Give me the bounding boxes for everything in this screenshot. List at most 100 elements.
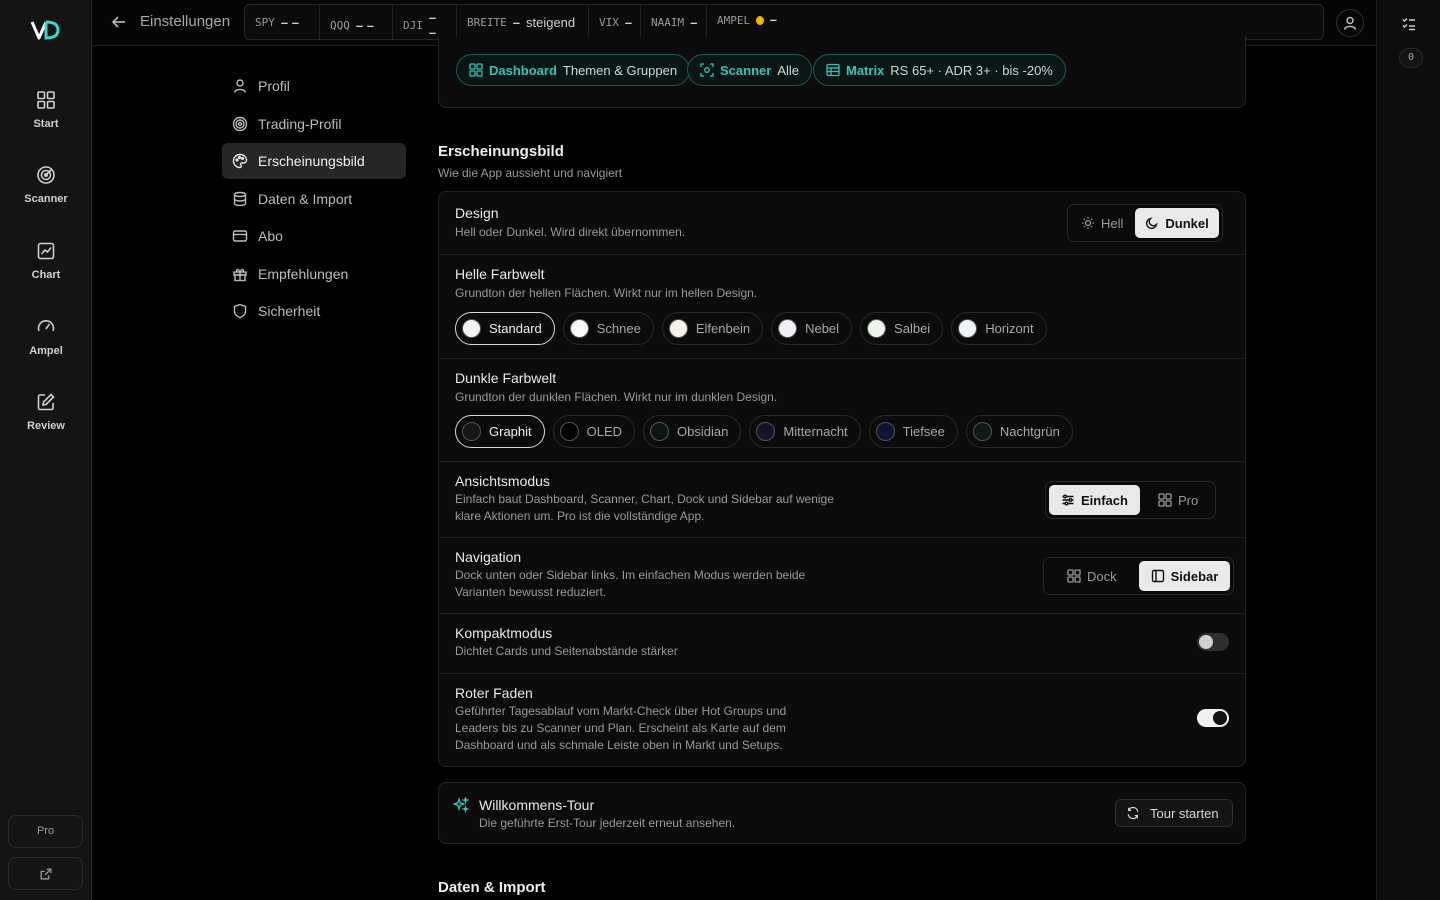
sidebar-icon [1151,569,1164,583]
rail-item-label: Scanner [24,193,68,205]
back-arrow-icon[interactable] [110,13,128,31]
settings-nav-erscheinungsbild[interactable]: Erscheinungsbild [222,143,406,179]
compact-toggle[interactable] [1197,633,1229,651]
pill-label: OLED [586,424,623,439]
swatch [462,422,481,441]
setting-row-view-mode: Ansichtsmodus Einfach baut Dashboard, Sc… [439,462,1245,538]
setting-desc: Grundton der dunklen Flächen. Wirkt nur … [455,390,778,404]
grid-icon [37,91,55,109]
dark-theme-nachtgruen[interactable]: Nachtgrün [965,415,1073,448]
right-rail: 0 [1376,0,1440,900]
rail-item-review[interactable]: Review [0,392,92,448]
grid-icon [1067,569,1081,583]
chip-text: RS 65+ · ADR 3+ · bis -20% [890,62,1053,78]
ticker-qqq[interactable]: QQQ – – [320,5,393,39]
swatch [756,422,776,441]
setting-title: Roter Faden [455,685,533,701]
pro-button[interactable]: Pro [8,815,83,848]
settings-nav-trading-profil[interactable]: Trading-Profil [222,106,406,142]
navigation-sidebar[interactable]: Sidebar [1138,561,1231,591]
ticker-value: steigend [525,14,576,30]
ticker-breite[interactable]: BREITE – steigend [457,5,589,39]
ticker-value: – [769,12,777,27]
rail-item-scanner[interactable]: Scanner [0,165,92,221]
design-option-hell[interactable]: Hell [1071,208,1133,238]
chip-bold: Matrix [846,62,885,78]
red-thread-toggle[interactable] [1197,709,1229,727]
toggle-knob [1199,635,1213,649]
swatch [650,422,670,441]
credit-card-icon [232,230,248,242]
radar-icon [37,166,55,184]
shield-icon [233,303,247,319]
ticker-naaim[interactable]: NAAIM – [641,5,707,39]
ticker-prefix: – [512,14,520,30]
previous-section-card: Dashboard Themen & Gruppen Scanner Alle … [438,36,1246,108]
ticker-value: – [690,14,698,30]
swatch [559,422,579,441]
setting-row-design: Design Hell oder Dunkel. Wird direkt übe… [439,192,1245,255]
user-icon [1343,16,1357,30]
gift-icon [233,268,247,281]
light-theme-schnee[interactable]: Schnee [562,312,654,345]
ticker-spy[interactable]: SPY – – [245,5,320,39]
ticker-value: – – [280,14,299,30]
settings-nav-daten-import[interactable]: Daten & Import [222,181,406,217]
light-theme-horizont[interactable]: Horizont [951,312,1047,345]
settings-nav-sicherheit[interactable]: Sicherheit [222,293,406,329]
swatch [867,319,887,338]
ticker-ampel[interactable]: AMPEL – [707,5,787,39]
grid-icon [1158,493,1172,507]
setting-title: Kompaktmodus [455,625,553,641]
tour-start-button[interactable]: Tour starten [1115,799,1233,827]
settings-nav-profil[interactable]: Profil [222,68,406,104]
target-icon [232,116,248,131]
settings-nav-empfehlungen[interactable]: Empfehlungen [222,256,406,292]
pill-label: Elfenbein [695,321,751,336]
design-toggle: Hell Dunkel [1067,204,1223,242]
palette-icon [232,153,248,169]
rail-item-label: Chart [31,269,61,281]
dark-theme-mitternacht[interactable]: Mitternacht [749,415,861,448]
user-icon [233,79,247,93]
chip-scanner[interactable]: Scanner Alle [687,54,812,86]
chip-text: Themen & Gruppen [562,62,678,78]
setting-row-navigation: Navigation Dock unten oder Sidebar links… [439,538,1245,614]
rail-item-ampel[interactable]: Ampel [0,317,92,373]
seg-label: Sidebar [1170,568,1219,584]
checklist-icon[interactable] [1401,16,1417,32]
ticker-vix[interactable]: VIX – [589,5,641,39]
light-theme-nebel[interactable]: Nebel [771,312,853,345]
user-menu-button[interactable] [1336,9,1364,37]
tour-title: Willkommens-Tour [479,797,595,813]
ticker-dji[interactable]: DJI – – [393,5,457,40]
external-link-button[interactable] [8,857,83,890]
light-theme-standard[interactable]: Standard [455,312,555,345]
view-mode-einfach[interactable]: Einfach [1049,485,1140,515]
navigation-dock[interactable]: Dock [1047,561,1137,591]
tour-desc: Die geführte Erst-Tour jederzeit erneut … [479,816,736,830]
scan-icon [700,63,714,77]
dark-theme-options: Graphit OLED Obsidian Mitternacht Tiefse… [455,415,1073,448]
rail-item-chart[interactable]: Chart [0,241,92,297]
light-theme-salbei[interactable]: Salbei [860,312,944,345]
rail-item-start[interactable]: Start [0,90,92,146]
dark-theme-oled[interactable]: OLED [552,415,636,448]
design-option-dunkel[interactable]: Dunkel [1135,208,1219,238]
chip-matrix[interactable]: Matrix RS 65+ · ADR 3+ · bis -20% [813,54,1066,86]
setting-desc: Einfach baut Dashboard, Scanner, Chart, … [455,492,834,523]
chip-dashboard[interactable]: Dashboard Themen & Gruppen [456,54,691,86]
settings-nav-label: Trading-Profil [258,115,342,132]
notification-count-badge[interactable]: 0 [1399,48,1423,68]
swatch [569,319,589,338]
view-mode-pro[interactable]: Pro [1142,485,1212,515]
dark-theme-obsidian[interactable]: Obsidian [643,415,742,448]
light-theme-elfenbein[interactable]: Elfenbein [661,312,764,345]
pill-label: Schnee [596,321,641,336]
ticker-key: VIX [599,15,619,29]
settings-nav-abo[interactable]: Abo [222,218,406,254]
setting-title: Ansichtsmodus [455,473,550,489]
dark-theme-tiefsee[interactable]: Tiefsee [868,415,958,448]
setting-desc: Grundton der hellen Flächen. Wirkt nur i… [455,286,758,300]
dark-theme-graphit[interactable]: Graphit [455,415,545,448]
